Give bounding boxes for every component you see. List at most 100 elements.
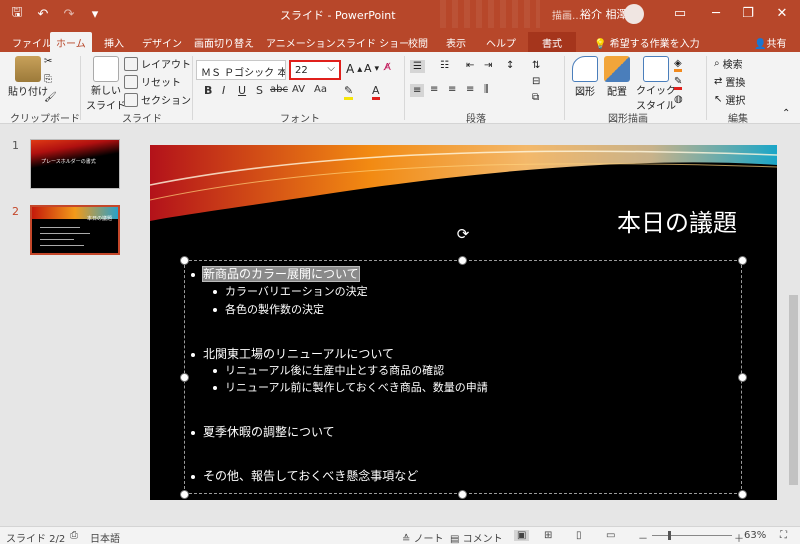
zoom-out-button[interactable]: －: [638, 530, 648, 544]
select-button[interactable]: ↖ 選択: [714, 92, 745, 107]
tellme-search[interactable]: 💡 希望する作業を入力: [588, 32, 706, 52]
smartart-icon[interactable]: ⧉: [532, 92, 539, 103]
shape-effects-icon[interactable]: ◍: [674, 94, 683, 105]
tab-help[interactable]: ヘルプ: [480, 32, 522, 52]
spellcheck-icon[interactable]: ⎙: [70, 530, 78, 541]
format-painter-icon[interactable]: 🖌: [44, 92, 57, 103]
fit-to-window-icon[interactable]: ⛶: [780, 530, 787, 541]
line-spacing-icon[interactable]: ↕: [506, 60, 514, 71]
align-center-icon[interactable]: ≡: [430, 84, 438, 95]
resize-handle-bottom[interactable]: [458, 490, 467, 499]
tab-view[interactable]: 表示: [440, 32, 472, 52]
resize-handle-top[interactable]: [458, 256, 467, 265]
find-button[interactable]: ⌕ 検索: [714, 56, 743, 71]
vertical-scrollbar[interactable]: [787, 125, 800, 526]
bullet-item[interactable]: 新商品のカラー展開について: [191, 265, 360, 282]
bullet-item[interactable]: 夏季休暇の調整について: [191, 423, 335, 440]
justify-icon[interactable]: ≡: [466, 84, 474, 95]
new-slide-button[interactable]: 新しい スライド: [86, 56, 126, 112]
columns-icon[interactable]: ⫼: [484, 84, 489, 95]
tab-home[interactable]: ホーム: [50, 32, 92, 52]
ribbon-display-options-icon[interactable]: ▭: [664, 2, 696, 24]
sub-bullet-item[interactable]: カラーバリエーションの決定: [213, 283, 368, 299]
numbering-icon[interactable]: ☷: [440, 60, 449, 71]
zoom-in-button[interactable]: ＋: [734, 530, 744, 544]
arrange-button[interactable]: 配置: [604, 56, 630, 98]
user-name[interactable]: 裕介 相澤: [580, 6, 628, 22]
minimize-button[interactable]: ─: [700, 2, 732, 24]
zoom-slider[interactable]: [652, 535, 732, 536]
strikethrough-button[interactable]: abc: [270, 84, 288, 95]
reading-view-icon[interactable]: ▯: [576, 530, 582, 541]
bold-button[interactable]: B: [204, 84, 212, 97]
scrollbar-thumb[interactable]: [789, 295, 798, 485]
undo-icon[interactable]: ↶: [32, 4, 54, 24]
reset-button[interactable]: リセット: [124, 74, 181, 89]
quick-styles-button[interactable]: クイック スタイル: [636, 56, 676, 112]
grow-font-icon[interactable]: A ▴: [346, 62, 362, 76]
slide-title[interactable]: 本日の議題: [617, 203, 737, 238]
shape-outline-icon[interactable]: ✎: [674, 76, 683, 90]
font-size-select[interactable]: 22 ⌵: [289, 60, 341, 80]
decrease-indent-icon[interactable]: ⇤: [466, 60, 474, 71]
sub-bullet-item[interactable]: リニューアル前に製作しておくべき商品、数量の申請: [213, 379, 488, 395]
layout-button[interactable]: レイアウト: [124, 56, 191, 71]
tab-insert[interactable]: 挿入: [98, 32, 130, 52]
clear-format-icon[interactable]: A̸: [384, 62, 391, 73]
notes-button[interactable]: ≙ ノート: [402, 530, 444, 544]
tab-design[interactable]: デザイン: [136, 32, 188, 52]
align-left-icon[interactable]: ≡: [410, 84, 425, 97]
slideshow-icon[interactable]: ▭: [606, 530, 615, 541]
bullets-icon[interactable]: ☰: [410, 60, 425, 73]
redo-icon[interactable]: ↷: [58, 4, 80, 24]
share-button[interactable]: 👤共有: [748, 32, 792, 52]
shapes-button[interactable]: 図形: [572, 56, 598, 98]
cut-icon[interactable]: ✂: [44, 56, 52, 67]
shadow-button[interactable]: S: [256, 84, 263, 97]
resize-handle-top-left[interactable]: [180, 256, 189, 265]
selected-text[interactable]: 新商品のカラー展開について: [202, 266, 360, 282]
sub-bullet-item[interactable]: 各色の製作数の決定: [213, 301, 324, 317]
resize-handle-bottom-right[interactable]: [738, 490, 747, 499]
resize-handle-left[interactable]: [180, 373, 189, 382]
copy-icon[interactable]: ⎘: [44, 74, 52, 85]
slide-thumbnail-1[interactable]: プレースホルダーの書式: [30, 139, 120, 189]
save-icon[interactable]: 🖫: [6, 4, 28, 24]
text-direction-icon[interactable]: ⇅: [532, 60, 540, 71]
align-text-icon[interactable]: ⊟: [532, 76, 540, 87]
underline-button[interactable]: U: [238, 84, 246, 97]
replace-button[interactable]: ⇄ 置換: [714, 74, 745, 89]
collapse-ribbon-icon[interactable]: ⌃: [782, 108, 790, 119]
font-name-select[interactable]: ＭＳ Ｐゴシック 本文: [196, 60, 286, 80]
tab-review[interactable]: 校閲: [402, 32, 434, 52]
bullet-item[interactable]: その他、報告しておくべき懸念事項など: [191, 467, 418, 484]
avatar[interactable]: [624, 4, 644, 24]
resize-handle-top-right[interactable]: [738, 256, 747, 265]
paste-button[interactable]: 貼り付け: [8, 56, 48, 98]
italic-button[interactable]: I: [222, 84, 225, 97]
resize-handle-bottom-left[interactable]: [180, 490, 189, 499]
restore-button[interactable]: ❐: [732, 2, 764, 24]
font-color-icon[interactable]: A: [372, 84, 380, 100]
shape-fill-icon[interactable]: ◈: [674, 58, 682, 72]
rotate-handle-icon[interactable]: ⟳: [455, 225, 471, 243]
tab-format[interactable]: 書式: [528, 32, 576, 52]
language-indicator[interactable]: 日本語: [90, 530, 120, 544]
character-spacing-button[interactable]: AV: [292, 84, 305, 95]
tab-transitions[interactable]: 画面切り替え: [188, 32, 260, 52]
zoom-slider-knob[interactable]: [668, 531, 671, 540]
highlight-icon[interactable]: ✎: [344, 84, 354, 100]
bullet-item[interactable]: 北関東工場のリニューアルについて: [191, 345, 394, 362]
comments-button[interactable]: ▤ コメント: [450, 530, 503, 544]
shrink-font-icon[interactable]: A ▾: [364, 62, 379, 75]
content-placeholder[interactable]: 新商品のカラー展開について カラーバリエーションの決定 各色の製作数の決定 北関…: [184, 260, 742, 494]
align-right-icon[interactable]: ≡: [448, 84, 456, 95]
slide-canvas[interactable]: 本日の議題 新商品のカラー展開について カラーバリエーションの決定 各色の製作数…: [150, 145, 777, 500]
increase-indent-icon[interactable]: ⇥: [484, 60, 492, 71]
change-case-button[interactable]: Aa: [314, 84, 327, 95]
resize-handle-right[interactable]: [738, 373, 747, 382]
customize-qat-icon[interactable]: ▾: [84, 4, 106, 24]
zoom-level[interactable]: 63%: [744, 530, 766, 541]
normal-view-icon[interactable]: ▣: [514, 530, 530, 541]
slide-thumbnail-2[interactable]: 本日の議題: [30, 205, 120, 255]
